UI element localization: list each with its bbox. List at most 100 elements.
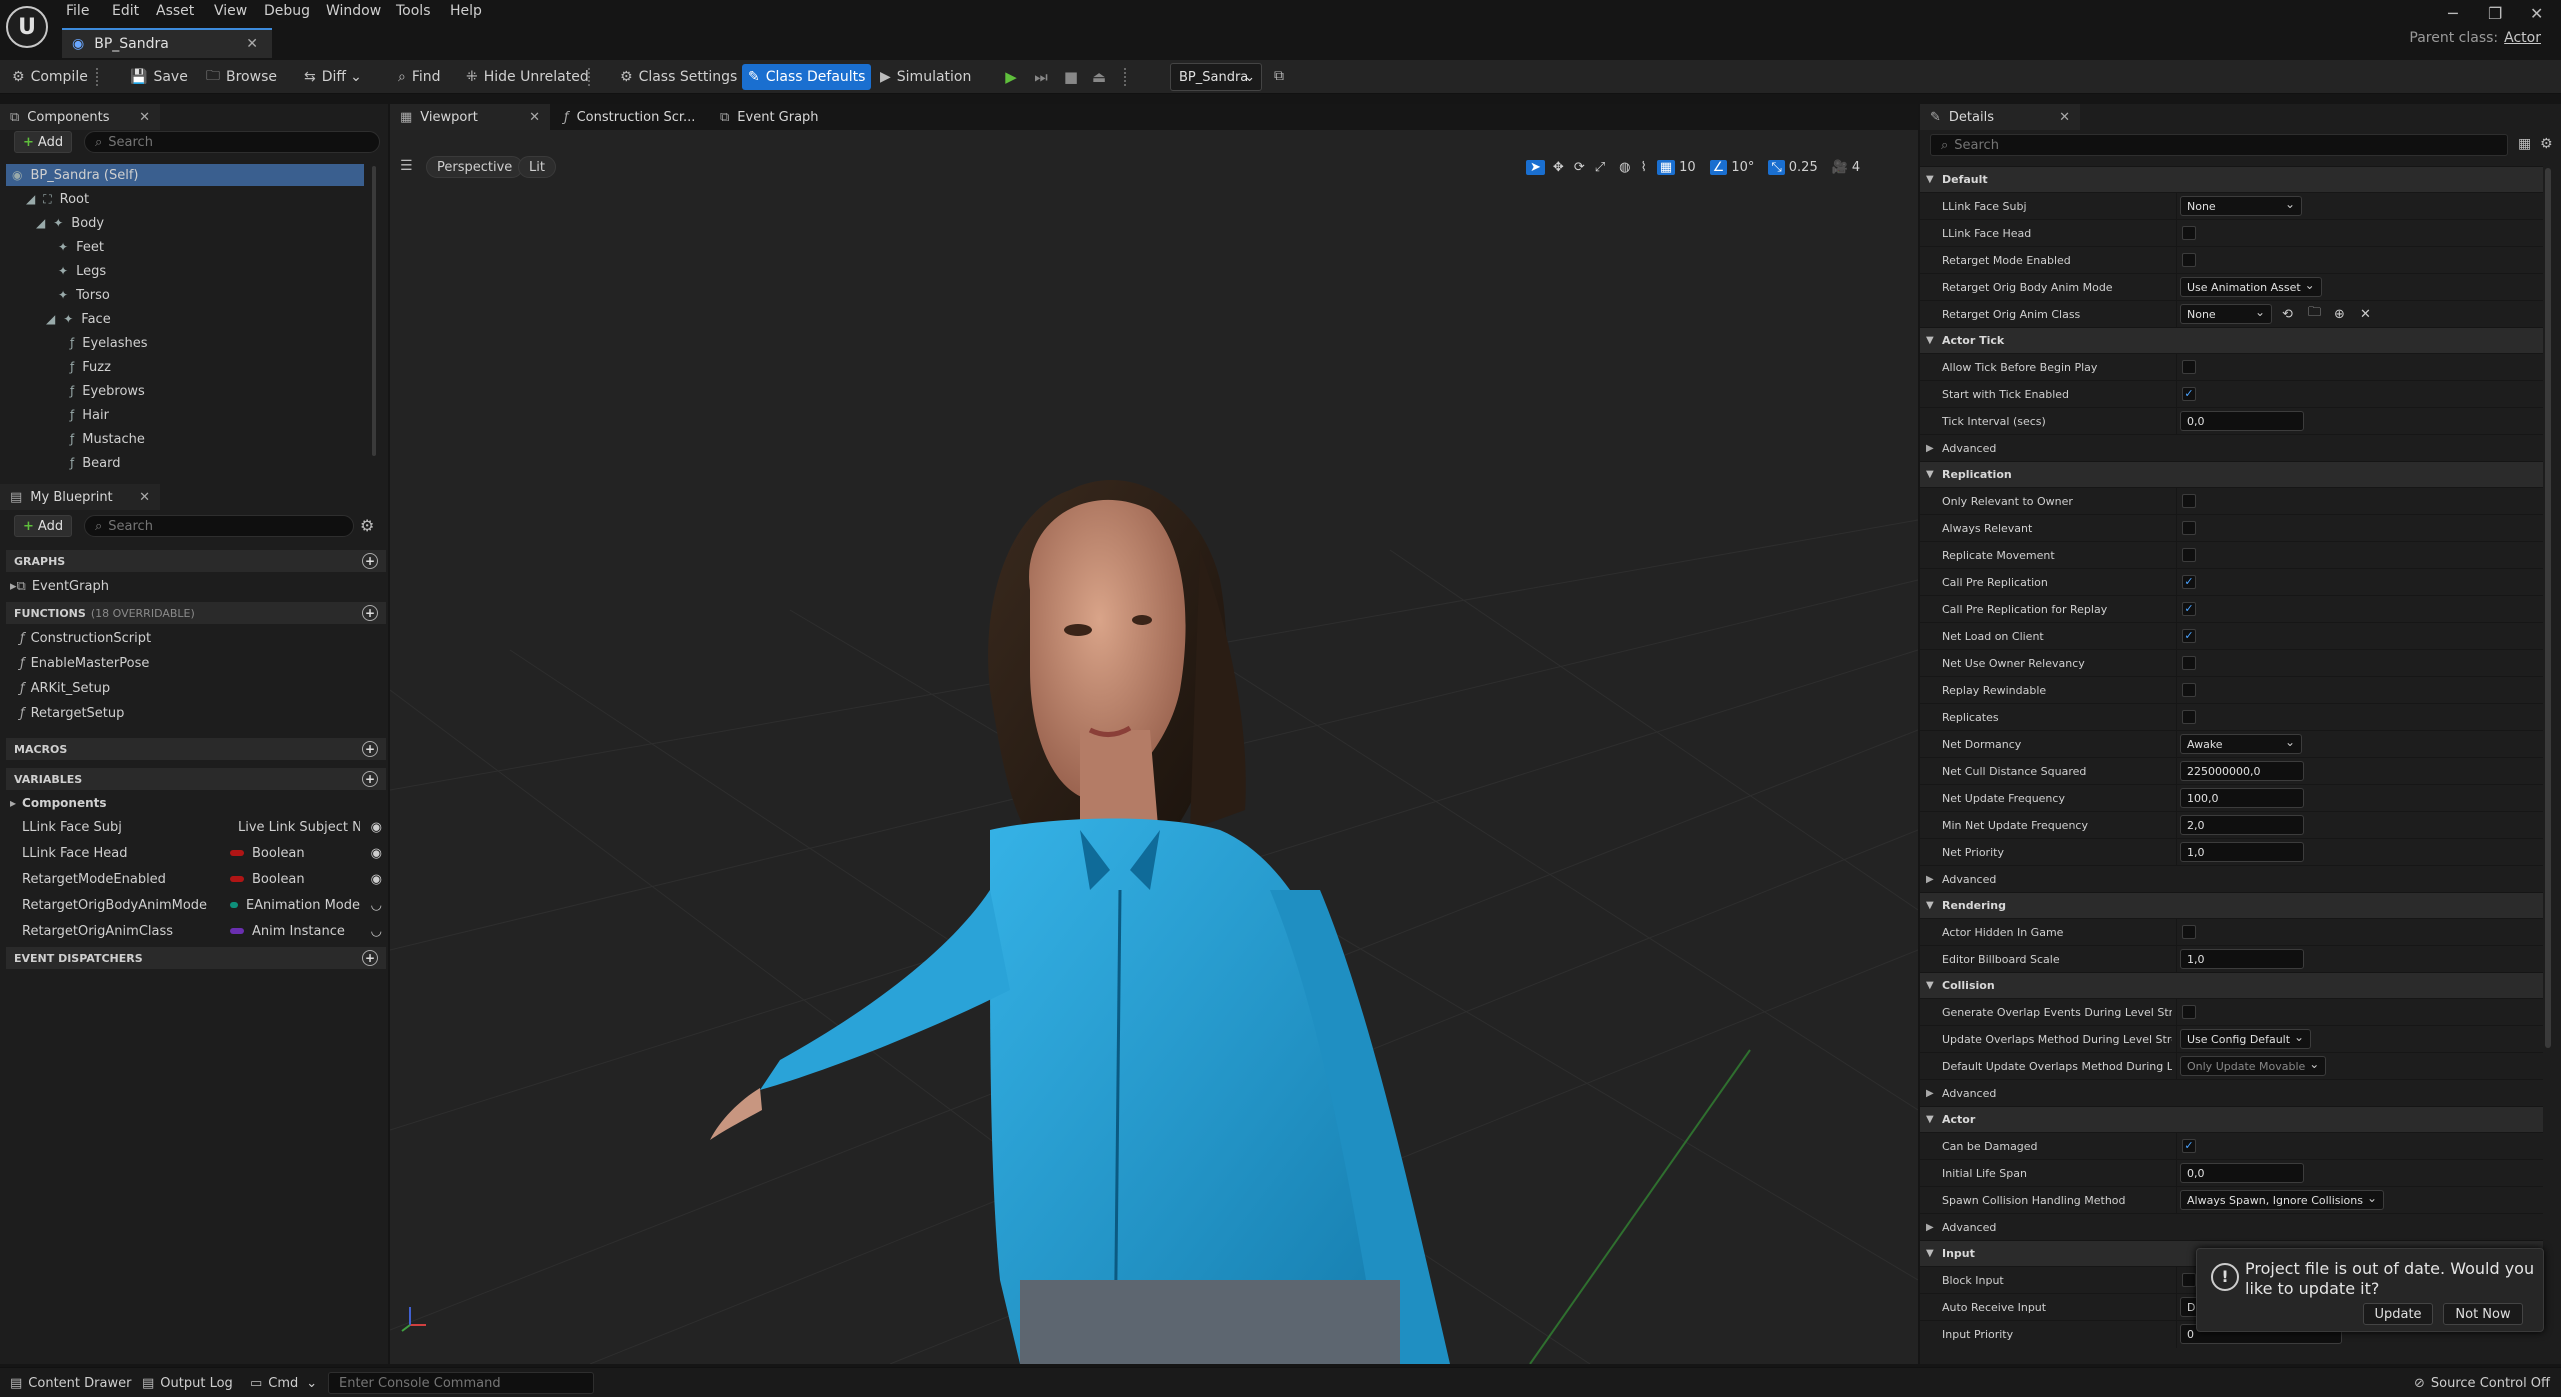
add-dispatcher-icon[interactable]: + xyxy=(362,950,378,966)
retarget-body-mode-dropdown[interactable]: Use Animation Asset xyxy=(2180,277,2322,297)
function-item[interactable]: ƒ EnableMasterPose xyxy=(20,652,149,674)
component-root[interactable]: ◢ ⛶ Root xyxy=(26,188,89,210)
net-priority-input[interactable]: 1,0 xyxy=(2180,842,2304,862)
add-component-button[interactable]: + Add xyxy=(14,131,73,153)
close-tab-icon[interactable]: ✕ xyxy=(246,36,258,52)
rotation-snap-icon[interactable]: ∠ xyxy=(1709,159,1728,175)
menu-edit[interactable]: Edit xyxy=(112,0,139,22)
blueprint-search[interactable]: ⌕ xyxy=(84,515,354,537)
console-command[interactable] xyxy=(328,1372,594,1394)
allow-tick-checkbox[interactable] xyxy=(2182,360,2196,374)
net-dormancy-dropdown[interactable]: Awake xyxy=(2180,734,2302,754)
add-macro-icon[interactable]: + xyxy=(362,741,378,757)
always-relevant-checkbox[interactable] xyxy=(2182,521,2196,535)
variable-type[interactable]: Boolean xyxy=(230,846,360,861)
eye-icon[interactable]: ◉ xyxy=(371,820,382,835)
advanced-actor-tick[interactable]: ▶ Advanced xyxy=(1920,434,2543,461)
component-mustache[interactable]: ƒ Mustache xyxy=(70,428,145,450)
replay-rewindable-checkbox[interactable] xyxy=(2182,683,2196,697)
variable-row[interactable]: RetargetModeEnabled Boolean ◉ xyxy=(6,867,386,891)
camera-speed-value[interactable]: 4 xyxy=(1852,160,1860,175)
eject-icon[interactable]: ⏏ xyxy=(1088,66,1110,88)
component-beard[interactable]: ƒ Beard xyxy=(70,452,121,474)
add-icon[interactable]: ⊕ xyxy=(2334,307,2345,322)
variable-type[interactable]: Live Link Subject N xyxy=(230,820,360,835)
menu-file[interactable]: File xyxy=(66,0,89,22)
save-button[interactable]: 💾 Save xyxy=(124,64,194,90)
components-search[interactable]: ⌕ xyxy=(84,131,380,153)
camera-speed-icon[interactable]: 🎥 xyxy=(1832,160,1848,175)
net-load-checkbox[interactable]: ✓ xyxy=(2182,629,2196,643)
variable-group[interactable]: ▸ Components xyxy=(10,792,107,814)
gen-overlap-checkbox[interactable] xyxy=(2182,1005,2196,1019)
tab-event-graph[interactable]: ⧉ Event Graph xyxy=(710,104,850,130)
component-eyebrows[interactable]: ƒ Eyebrows xyxy=(70,380,145,402)
variable-row[interactable]: RetargetOrigBodyAnimMode EAnimation Mode ◡ xyxy=(6,893,386,917)
advanced-actor[interactable]: ▶ Advanced xyxy=(1920,1213,2543,1240)
component-feet[interactable]: ✦ Feet xyxy=(58,236,104,258)
component-fuzz[interactable]: ƒ Fuzz xyxy=(70,356,111,378)
start-tick-checkbox[interactable]: ✓ xyxy=(2182,387,2196,401)
scale-snap-icon[interactable]: ⤡ xyxy=(1768,159,1785,175)
function-item[interactable]: ƒ ConstructionScript xyxy=(20,627,151,649)
billboard-scale-input[interactable]: 1,0 xyxy=(2180,949,2304,969)
translate-icon[interactable]: ✥ xyxy=(1553,160,1564,175)
variable-row[interactable]: LLink Face Subj Live Link Subject N ◉ xyxy=(6,815,386,839)
hide-unrelated-options-icon[interactable] xyxy=(588,68,590,86)
details-search[interactable]: ⌕ xyxy=(1930,134,2508,156)
not-now-button[interactable]: Not Now xyxy=(2443,1303,2523,1325)
scale-icon[interactable]: ⤢ xyxy=(1595,160,1605,175)
replicate-movement-checkbox[interactable] xyxy=(2182,548,2196,562)
event-graph-item[interactable]: ▸⧉ EventGraph xyxy=(10,575,109,597)
add-graph-icon[interactable]: + xyxy=(362,553,378,569)
close-icon[interactable]: ✕ xyxy=(139,490,150,505)
rotate-icon[interactable]: ⟳ xyxy=(1574,160,1585,175)
use-selected-icon[interactable]: ⟲ xyxy=(2282,307,2293,322)
browse-folder-icon[interactable]: 🗀 xyxy=(2308,303,2321,325)
retarget-anim-class-dropdown[interactable]: None xyxy=(2180,304,2272,324)
eye-icon[interactable]: ◉ xyxy=(371,846,382,861)
document-tab[interactable]: ◉ BP_Sandra ✕ xyxy=(62,28,272,58)
category-collision[interactable]: ▼ Collision xyxy=(1920,972,2543,998)
tick-interval-input[interactable]: 0,0 xyxy=(2180,411,2304,431)
macros-section[interactable]: MACROS + xyxy=(6,738,386,760)
update-overlaps-dropdown[interactable]: Use Config Default xyxy=(2180,1029,2312,1049)
class-settings-button[interactable]: ⚙ Class Settings xyxy=(614,64,743,90)
add-variable-icon[interactable]: + xyxy=(362,771,378,787)
replicates-checkbox[interactable] xyxy=(2182,710,2196,724)
components-scrollbar[interactable] xyxy=(372,166,376,456)
variable-type[interactable]: EAnimation Mode xyxy=(230,898,360,913)
menu-asset[interactable]: Asset xyxy=(156,0,194,22)
component-hair[interactable]: ƒ Hair xyxy=(70,404,109,426)
category-default[interactable]: ▼ Default xyxy=(1920,166,2543,192)
category-rendering[interactable]: ▼ Rendering xyxy=(1920,892,2543,918)
minimize-icon[interactable]: ─ xyxy=(2448,4,2458,23)
content-drawer-button[interactable]: ▤ Content Drawer xyxy=(10,1372,131,1394)
stop-icon[interactable]: ■ xyxy=(1060,66,1082,88)
viewport[interactable]: ☰ Perspective Lit ➤ ✥ ⟳ ⤢ ◍ ⌇ ▦ 10 ∠ 10°… xyxy=(390,130,1918,1364)
add-blueprint-item-button[interactable]: + Add xyxy=(14,515,73,537)
console-command-input[interactable] xyxy=(339,1375,555,1391)
lit-button[interactable]: Lit xyxy=(518,156,556,178)
only-relevant-checkbox[interactable] xyxy=(2182,494,2196,508)
grid-snap-icon[interactable]: ▦ xyxy=(1656,159,1676,175)
variable-row[interactable]: LLink Face Head Boolean ◉ xyxy=(6,841,386,865)
eye-closed-icon[interactable]: ◡ xyxy=(371,898,382,913)
menu-tools[interactable]: Tools xyxy=(396,0,431,22)
menu-help[interactable]: Help xyxy=(450,0,482,22)
select-mode-icon[interactable]: ➤ xyxy=(1526,159,1545,175)
tab-viewport[interactable]: ▦ Viewport ✕ xyxy=(390,104,550,130)
component-face[interactable]: ◢ ✦ Face xyxy=(46,308,111,330)
hide-unrelated-button[interactable]: ⁜ Hide Unrelated xyxy=(460,64,595,90)
close-window-icon[interactable]: ✕ xyxy=(2530,4,2543,23)
menu-view[interactable]: View xyxy=(214,0,247,22)
eye-closed-icon[interactable]: ◡ xyxy=(371,924,382,939)
play-icon[interactable]: ▶ xyxy=(1000,66,1022,88)
update-button[interactable]: Update xyxy=(2363,1303,2433,1325)
category-actor[interactable]: ▼ Actor xyxy=(1920,1106,2543,1132)
llink-face-head-checkbox[interactable] xyxy=(2182,226,2196,240)
retarget-mode-checkbox[interactable] xyxy=(2182,253,2196,267)
class-defaults-button[interactable]: ✎ Class Defaults xyxy=(742,64,872,90)
graphs-section[interactable]: GRAPHS + xyxy=(6,550,386,572)
call-pre-rep-replay-checkbox[interactable]: ✓ xyxy=(2182,602,2196,616)
